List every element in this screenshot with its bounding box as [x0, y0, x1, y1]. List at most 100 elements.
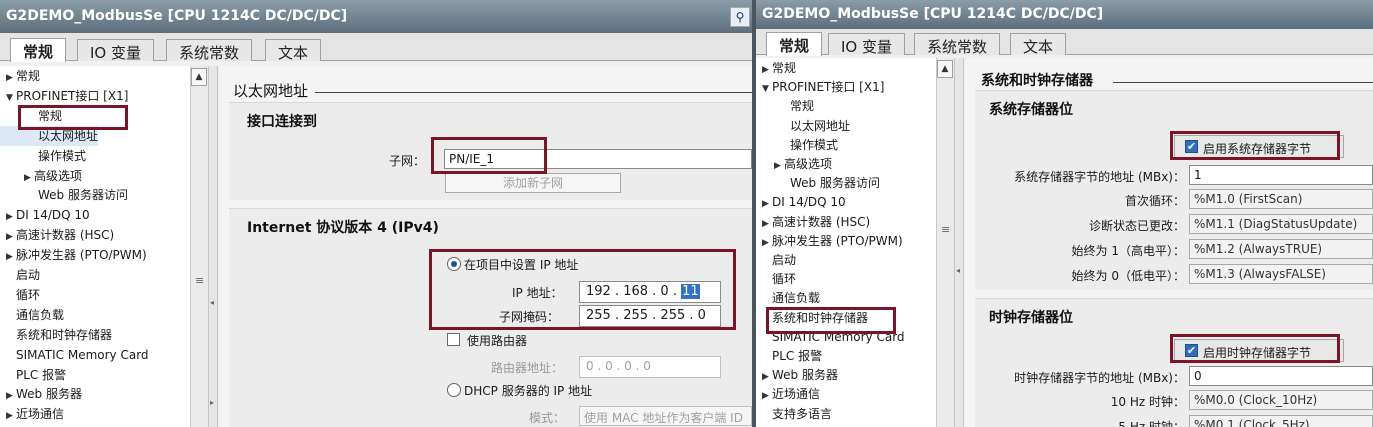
add-subnet-button[interactable]: 添加新子网: [445, 173, 621, 193]
tab-general[interactable]: 常规: [10, 38, 67, 62]
tree-item-label: DI 14/DQ 10: [16, 208, 90, 223]
tree-item[interactable]: SIMATIC Memory Card: [0, 345, 149, 365]
tree-item[interactable]: ▶ 高速计数器 (HSC): [0, 225, 114, 245]
tree-item[interactable]: 启动: [756, 250, 796, 270]
tree-item[interactable]: ▶ 常规: [0, 66, 40, 86]
subnet-mask-field[interactable]: 255 . 255 . 255 . 0: [579, 305, 721, 327]
tree-item[interactable]: 以太网地址: [756, 116, 850, 136]
tab-system-constants[interactable]: 系统常数: [914, 33, 1001, 56]
tab-general[interactable]: 常规: [766, 32, 823, 56]
tree-item[interactable]: 操作模式: [756, 135, 838, 155]
tree-item[interactable]: ▶ 常规: [756, 58, 796, 78]
tree-item[interactable]: ▶ 脉冲发生器 (PTO/PWM): [0, 245, 147, 265]
bit-value-field[interactable]: %M1.3 (AlwaysFALSE): [1189, 264, 1373, 284]
tree-item[interactable]: ▶ Web 服务器: [0, 384, 82, 404]
tree-item[interactable]: PLC 报警: [0, 365, 66, 385]
tree-item[interactable]: ▶ DI 14/DQ 10: [0, 205, 90, 225]
enable-system-memory-label: 启用系统存储器字节: [1203, 142, 1312, 156]
tree-item-label: 循环: [16, 287, 41, 302]
tree-item[interactable]: 通信负载: [0, 305, 64, 325]
tree-item[interactable]: 系统和时钟存储器: [756, 308, 868, 328]
pane-splitter[interactable]: ◂: [954, 58, 964, 427]
tree-item-label: SIMATIC Memory Card: [772, 329, 905, 344]
router-address-field[interactable]: 0 . 0 . 0 . 0: [579, 356, 721, 378]
bit-value-field[interactable]: %M1.2 (AlwaysTRUE): [1189, 239, 1373, 259]
tree-item[interactable]: PLC 报警: [756, 346, 822, 366]
clock-address-field[interactable]: 0: [1189, 366, 1373, 386]
collapse-left-icon[interactable]: ◂: [956, 266, 960, 275]
tree-item[interactable]: 操作模式: [0, 146, 86, 166]
tree-item-label: 常规: [790, 99, 815, 114]
bit-value-field[interactable]: %M0.1 (Clock_5Hz): [1189, 415, 1373, 427]
tree-item-label: 系统和时钟存储器: [772, 310, 869, 325]
tree-item[interactable]: ▶ 近场通信: [756, 384, 820, 404]
tree-item[interactable]: SIMATIC Memory Card: [756, 327, 905, 347]
expand-right-icon[interactable]: ▸: [210, 398, 214, 407]
tab-io-tags[interactable]: IO 变量: [828, 33, 905, 56]
tree-item-label: 操作模式: [38, 148, 87, 163]
tab-io-tags[interactable]: IO 变量: [77, 39, 154, 62]
tree-item[interactable]: 以太网地址: [0, 125, 99, 146]
window-title: G2DEMO_ModbusSe [CPU 1214C DC/DC/DC]: [756, 0, 1373, 29]
tree-item[interactable]: Web 服务器访问: [0, 185, 128, 205]
system-address-label: 系统存储器字节的地址 (MBx)：: [1014, 170, 1185, 184]
tree-item[interactable]: 常规: [756, 96, 814, 116]
tree-item-label: Web 服务器访问: [38, 188, 128, 203]
enable-clock-memory-checkbox[interactable]: ✔: [1185, 344, 1198, 357]
tree-item[interactable]: 常规: [0, 106, 62, 126]
tree-item[interactable]: 循环: [756, 269, 796, 289]
tree-item[interactable]: 启动: [0, 265, 40, 285]
tab-texts[interactable]: 文本: [265, 39, 322, 62]
mode-field[interactable]: 使用 MAC 地址作为客户端 ID: [579, 406, 752, 426]
tree-item[interactable]: ▶ DI 14/DQ 10: [756, 192, 846, 212]
tree-item-label: 近场通信: [772, 387, 821, 402]
tree-item[interactable]: ▶ 高级选项: [0, 166, 82, 186]
magnifier-icon[interactable]: ⚲: [730, 7, 750, 27]
tree-item-label: 高速计数器 (HSC): [772, 214, 871, 229]
scroll-up-icon[interactable]: ▲: [191, 68, 207, 86]
system-memory-group: 系统存储器位 ✔ 启用系统存储器字节 系统存储器字节的地址 (MBx)： 1 首…: [975, 90, 1373, 290]
tree-item[interactable]: ▼ PROFINET接口 [X1]: [0, 86, 128, 106]
tree-item-label: 脉冲发生器 (PTO/PWM): [772, 233, 903, 248]
dhcp-radio[interactable]: [447, 383, 461, 397]
tree-item[interactable]: ▶ 近场通信: [0, 404, 64, 424]
tree-item[interactable]: ▼ PROFINET接口 [X1]: [756, 77, 884, 97]
tree-item-label: SIMATIC Memory Card: [16, 347, 149, 362]
bit-value-field[interactable]: %M0.0 (Clock_10Hz): [1189, 390, 1373, 410]
tree-item[interactable]: 通信负载: [756, 288, 820, 308]
tree-item[interactable]: ▶ 高速计数器 (HSC): [756, 212, 870, 232]
bit-value-field[interactable]: %M1.0 (FirstScan): [1189, 189, 1373, 209]
group-title: 接口连接到: [247, 114, 317, 130]
enable-system-memory-checkbox[interactable]: ✔: [1185, 140, 1198, 153]
pane-splitter[interactable]: ◂ ▸: [208, 66, 218, 427]
use-router-checkbox[interactable]: [447, 333, 460, 346]
tree-item[interactable]: ▶ 脉冲发生器 (PTO/PWM): [756, 231, 903, 251]
tree-scrollbar[interactable]: ▲ ≡: [190, 66, 208, 427]
set-ip-in-project-radio[interactable]: [447, 257, 461, 271]
tree-item-label: Web 服务器: [16, 387, 82, 402]
tree-item-label: 脉冲发生器 (PTO/PWM): [16, 248, 147, 263]
tree-item[interactable]: 支持多语言: [756, 404, 832, 424]
mode-label: 模式：: [529, 411, 566, 425]
tree-scrollbar[interactable]: ▲ ≡: [936, 58, 954, 427]
scroll-up-icon[interactable]: ▲: [937, 60, 953, 78]
tree-item-label: 操作模式: [790, 137, 839, 152]
tree-item[interactable]: Web 服务器访问: [756, 173, 880, 193]
system-address-field[interactable]: 1: [1189, 165, 1373, 185]
subnet-field[interactable]: PN/IE_1: [444, 149, 752, 169]
tab-system-constants[interactable]: 系统常数: [166, 39, 253, 62]
tree-item[interactable]: ▶ 高级选项: [756, 154, 832, 174]
tree-item[interactable]: ▶ Web 服务器: [756, 365, 838, 385]
ip-address-field[interactable]: 192 . 168 . 0 . 11: [579, 281, 721, 303]
tree-item-label: 启动: [772, 253, 797, 267]
tab-texts[interactable]: 文本: [1010, 33, 1067, 56]
tree-item[interactable]: 系统和时钟存储器: [0, 325, 112, 345]
expand-arrow-icon[interactable]: ▶: [6, 406, 16, 426]
tree-item[interactable]: 循环: [0, 285, 40, 305]
ip-address-last-octet[interactable]: 11: [681, 284, 700, 299]
bit-value-field[interactable]: %M1.1 (DiagStatusUpdate): [1189, 214, 1373, 234]
tree-item-label: PLC 报警: [16, 367, 67, 382]
tree-item-label: 启动: [16, 268, 41, 282]
group-title: Internet 协议版本 4 (IPv4): [247, 220, 439, 236]
collapse-left-icon[interactable]: ◂: [210, 298, 214, 307]
